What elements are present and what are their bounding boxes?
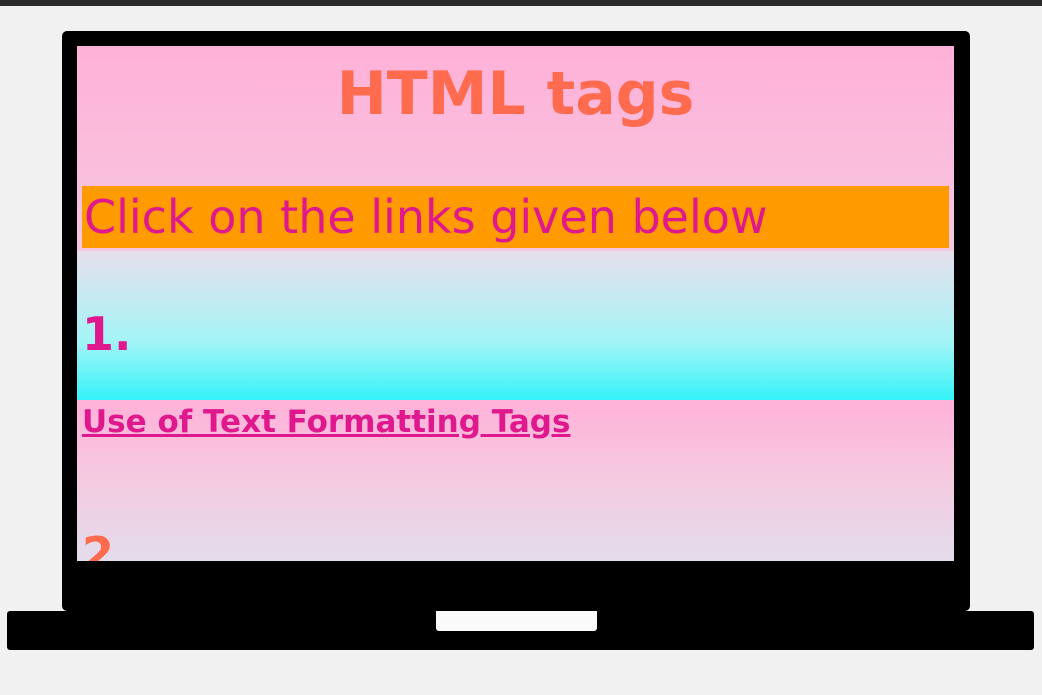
item-number-1: 1. — [82, 307, 132, 361]
banner: Click on the links given below — [82, 186, 949, 248]
section-band — [77, 251, 954, 400]
laptop-frame: HTML tags Click on the links given below… — [62, 31, 970, 611]
banner-text: Click on the links given below — [84, 190, 768, 244]
laptop-base-notch — [436, 611, 597, 631]
laptop-base — [7, 611, 1034, 650]
page-title: HTML tags — [336, 59, 695, 129]
item-number-2: 2 — [82, 527, 115, 561]
link-text-formatting-tags[interactable]: Use of Text Formatting Tags — [82, 400, 570, 444]
laptop-screen: HTML tags Click on the links given below… — [77, 46, 954, 561]
top-status-strip — [0, 0, 1042, 6]
